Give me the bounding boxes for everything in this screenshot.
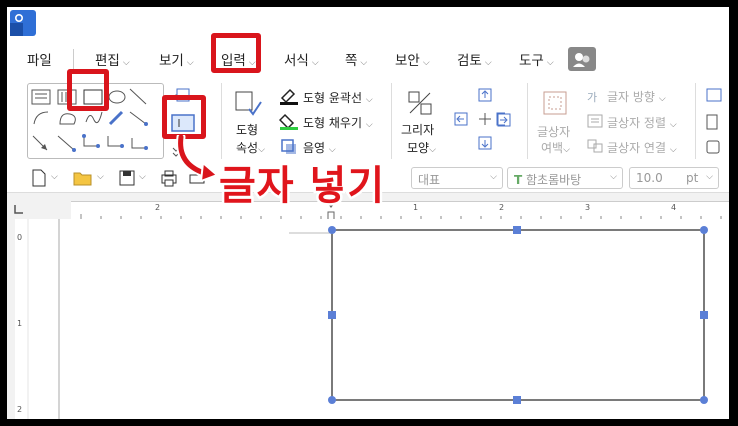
menu-file[interactable]: 파일 bbox=[27, 49, 52, 71]
chevron-down-icon: ⌵ bbox=[706, 172, 713, 182]
picture-shape-label[interactable]: 그리자 bbox=[401, 121, 434, 138]
ruler-label: 3 bbox=[585, 203, 591, 212]
ruler-label: 1 bbox=[17, 319, 23, 328]
chevron-down-icon: ⌵ bbox=[122, 58, 130, 68]
collaboration-icon[interactable] bbox=[568, 47, 596, 71]
chevron-down-icon[interactable]: ⌵ bbox=[51, 172, 58, 182]
ribbon-divider bbox=[391, 83, 392, 159]
highlight-textbox-button bbox=[162, 95, 206, 139]
fill-icon[interactable] bbox=[279, 113, 299, 131]
menu-format[interactable]: 서식 ⌵ bbox=[284, 49, 319, 71]
vertical-ruler-track: 0 1 2 bbox=[15, 219, 27, 419]
chevron-down-icon: ⌵ bbox=[490, 172, 497, 182]
chevron-down-icon: ⌵ bbox=[360, 58, 368, 68]
ruler-label: 2 bbox=[155, 203, 161, 212]
open-folder-icon[interactable] bbox=[73, 169, 93, 187]
menu-divider bbox=[73, 49, 74, 71]
chevron-down-icon: ⌵ bbox=[186, 58, 194, 68]
text-direction-label: 글자 방향 ⌵ bbox=[607, 90, 666, 104]
ruler-ticks bbox=[80, 204, 722, 221]
textbox-margin-label-2: 여백⌵ bbox=[541, 141, 570, 155]
resize-handle bbox=[513, 396, 521, 404]
annotation-arrow bbox=[176, 135, 219, 183]
shape-fill-label[interactable]: 도형 채우기 ⌵ bbox=[303, 114, 373, 131]
move-right-icon[interactable] bbox=[497, 113, 511, 127]
resize-handle bbox=[328, 226, 336, 234]
shape-outline-label[interactable]: 도형 윤곽선 ⌵ bbox=[303, 89, 373, 106]
text-link-icon bbox=[587, 139, 603, 153]
outline-icon[interactable] bbox=[279, 88, 299, 106]
text-direction-icon: 가 bbox=[587, 91, 597, 103]
resize-handle bbox=[700, 311, 708, 319]
resize-handle bbox=[328, 311, 336, 319]
app-logo-icon bbox=[10, 10, 36, 36]
textbox-margin-icon bbox=[543, 91, 567, 115]
text-align-icon bbox=[587, 114, 603, 128]
ruler-label: 0 bbox=[17, 233, 23, 242]
picture-shape-icon[interactable] bbox=[406, 89, 434, 117]
menu-bar: 파일 편집 ⌵ 보기 ⌵ 입력 ⌵ 서식 ⌵ 쪽 ⌵ 보안 ⌵ 검토 ⌵ 도구 ⌵ bbox=[7, 41, 729, 79]
font-size-combo[interactable]: 10.0 pt ⌵ bbox=[629, 167, 719, 189]
chevron-down-icon: ⌵ bbox=[311, 58, 319, 68]
chevron-down-icon: ⌵ bbox=[484, 58, 492, 68]
style-combo[interactable]: 대표 ⌵ bbox=[411, 167, 503, 189]
selected-rectangle-shape[interactable] bbox=[327, 225, 715, 415]
ruler-label: 2 bbox=[499, 203, 505, 212]
menu-edit[interactable]: 편집 ⌵ bbox=[95, 49, 130, 71]
save-icon[interactable] bbox=[119, 169, 135, 187]
vertical-ruler[interactable]: 0 1 2 bbox=[7, 219, 29, 419]
font-type-icon: T bbox=[514, 173, 523, 187]
text-link-label: 글상자 연결 ⌵ bbox=[607, 141, 677, 155]
chevron-down-icon: ⌵ bbox=[422, 58, 430, 68]
resize-handle bbox=[513, 226, 521, 234]
resize-handle bbox=[700, 396, 708, 404]
resize-handle bbox=[328, 396, 336, 404]
title-bar bbox=[7, 7, 729, 41]
font-combo[interactable]: T 함초롬바탕 ⌵ bbox=[507, 167, 623, 189]
ribbon-divider bbox=[695, 83, 696, 159]
resize-handle bbox=[700, 226, 708, 234]
chevron-down-icon[interactable]: ⌵ bbox=[97, 172, 104, 182]
ruler-label: 4 bbox=[671, 203, 677, 212]
highlight-rectangle-shape bbox=[67, 69, 109, 111]
ribbon-divider bbox=[527, 83, 528, 159]
menu-review[interactable]: 검토 ⌵ bbox=[457, 49, 492, 71]
document-canvas[interactable] bbox=[29, 219, 729, 419]
highlight-insert-menu bbox=[211, 33, 261, 73]
menu-security[interactable]: 보안 ⌵ bbox=[395, 49, 430, 71]
shape-properties-icon[interactable] bbox=[233, 89, 263, 117]
text-align-label: 글상자 정렬 ⌵ bbox=[607, 116, 677, 130]
ribbon: 도형 속성⌵ 도형 윤곽선 ⌵ 도형 채우기 ⌵ 음영 ⌵ 그리자 모양⌵ 글상… bbox=[7, 79, 729, 163]
menu-view[interactable]: 보기 ⌵ bbox=[159, 49, 194, 71]
app-window: 파일 편집 ⌵ 보기 ⌵ 입력 ⌵ 서식 ⌵ 쪽 ⌵ 보안 ⌵ 검토 ⌵ 도구 ⌵ bbox=[7, 7, 729, 419]
svg-text:가: 가 bbox=[587, 91, 597, 103]
new-document-icon[interactable] bbox=[31, 169, 47, 187]
chevron-down-icon: ⌵ bbox=[546, 58, 554, 68]
textbox-margin-label: 글상자 bbox=[537, 125, 571, 139]
ruler-label: 1 bbox=[413, 203, 419, 212]
menu-tools[interactable]: 도구 ⌵ bbox=[519, 49, 554, 71]
ruler-corner-icon[interactable] bbox=[13, 203, 25, 215]
chevron-down-icon: ⌵ bbox=[610, 172, 617, 182]
ruler-label: 2 bbox=[17, 405, 23, 414]
shape-properties-label[interactable]: 도형 bbox=[236, 121, 258, 138]
annotation-text: 글자 넣기 bbox=[216, 161, 386, 212]
picture-shape-label-2[interactable]: 모양⌵ bbox=[407, 139, 436, 156]
chevron-down-icon[interactable]: ⌵ bbox=[139, 172, 146, 182]
horizontal-ruler[interactable]: 2 1 2 3 4 bbox=[71, 201, 729, 221]
ribbon-right-icons[interactable] bbox=[705, 87, 725, 157]
menu-page[interactable]: 쪽 ⌵ bbox=[345, 49, 367, 71]
